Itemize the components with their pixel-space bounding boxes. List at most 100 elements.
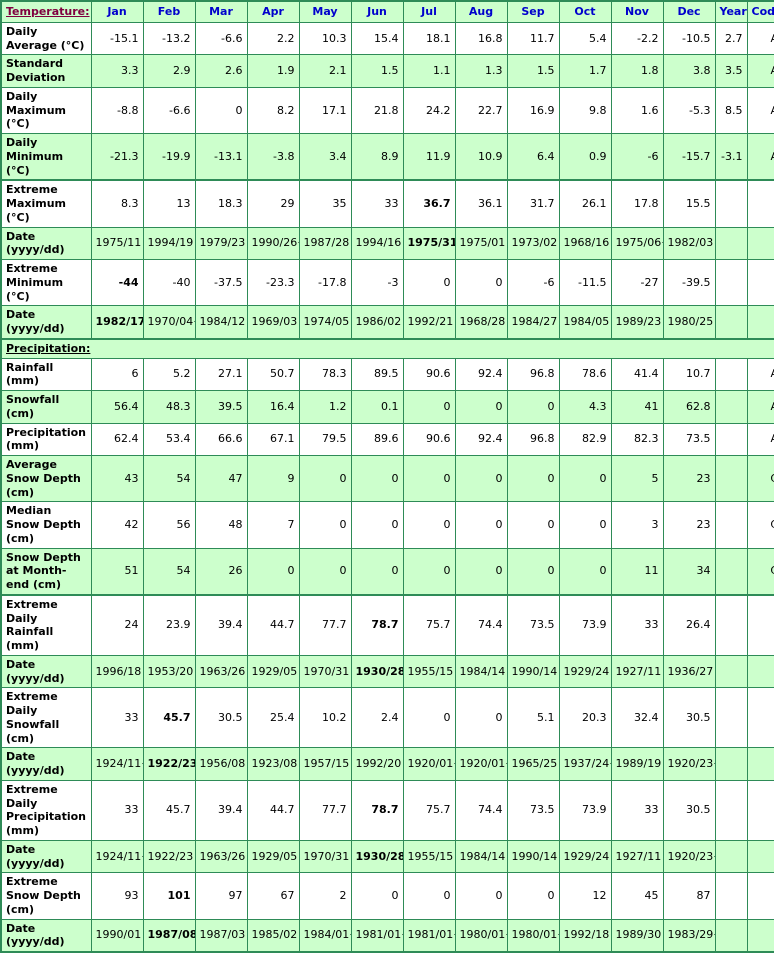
row-label: Date (yyyy/dd)	[0, 839, 92, 874]
code-cell: A	[746, 21, 774, 56]
data-cell: 34	[662, 547, 716, 596]
data-cell: 47	[194, 454, 248, 503]
data-cell: -27	[610, 258, 664, 307]
data-cell: 33	[90, 687, 144, 749]
year-cell	[714, 258, 748, 307]
data-cell: 66.6	[194, 422, 248, 456]
year-cell	[714, 179, 748, 228]
data-cell: 1984/14	[454, 654, 508, 689]
data-cell: 0	[402, 390, 456, 424]
data-cell: 3	[610, 501, 664, 549]
data-cell: 8.9	[350, 133, 404, 181]
data-cell: 48.3	[142, 390, 196, 424]
data-cell: 1982/03	[662, 226, 716, 260]
year-cell	[714, 747, 748, 781]
data-cell: 1987/28	[298, 226, 352, 260]
data-cell: -17.8	[298, 258, 352, 307]
data-cell: 2.4	[350, 687, 404, 749]
data-cell: 78.7	[350, 779, 404, 841]
data-cell: 18.3	[194, 179, 248, 228]
data-cell: 0	[298, 547, 352, 596]
data-cell: 6	[90, 357, 144, 391]
data-cell: 0	[298, 501, 352, 549]
data-cell: 13	[142, 179, 196, 228]
data-cell: 67.1	[246, 422, 300, 456]
data-cell: 11.9	[402, 133, 456, 181]
data-cell: 1990/14	[506, 654, 560, 689]
table-row: Extreme Snow Depth (cm) 93 101 97 67 2 0 0 0 0 12 4…	[0, 872, 774, 920]
data-cell: 9.8	[558, 86, 612, 135]
year-cell: 3.5	[714, 54, 748, 88]
data-cell: 1992/21	[402, 305, 456, 340]
data-cell: 62.8	[662, 390, 716, 424]
data-cell: 8.3	[90, 179, 144, 228]
data-cell: 0	[454, 872, 508, 920]
data-cell: 23.9	[142, 593, 196, 656]
data-cell: 1924/11+	[90, 839, 144, 874]
data-cell: 78.6	[558, 357, 612, 391]
data-cell: 1979/23	[194, 226, 248, 260]
data-cell: 97	[194, 872, 248, 920]
column-header-year: Year	[714, 0, 748, 23]
data-cell: 79.5	[298, 422, 352, 456]
data-cell: 56	[142, 501, 196, 549]
code-cell	[746, 747, 774, 781]
row-label: Extreme Snow Depth (cm)	[0, 872, 92, 920]
year-cell: 8.5	[714, 86, 748, 135]
data-cell: 1929/24	[558, 654, 612, 689]
data-cell: 24.2	[402, 86, 456, 135]
year-cell	[714, 547, 748, 596]
code-cell	[746, 593, 774, 656]
data-cell: 4.3	[558, 390, 612, 424]
data-cell: 73.5	[506, 593, 560, 656]
data-cell: 90.6	[402, 357, 456, 391]
data-cell: 0	[506, 872, 560, 920]
data-cell: 1980/01+	[506, 918, 560, 953]
row-label: Daily Maximum (°C)	[0, 86, 92, 135]
data-cell: 0	[350, 872, 404, 920]
column-header-month: Jan	[90, 0, 144, 23]
data-cell: 1989/19	[610, 747, 664, 781]
data-cell: -3	[350, 258, 404, 307]
data-cell: 1975/31	[402, 226, 456, 260]
data-cell: 2	[298, 872, 352, 920]
data-cell: 101	[142, 872, 196, 920]
data-cell: 36.1	[454, 179, 508, 228]
data-cell: 54	[142, 454, 196, 503]
data-cell: 31.7	[506, 179, 560, 228]
year-cell	[714, 390, 748, 424]
data-cell: -10.5	[662, 21, 716, 56]
data-cell: 51	[90, 547, 144, 596]
code-cell: A	[746, 133, 774, 181]
data-cell: -15.7	[662, 133, 716, 181]
data-cell: 1981/01+	[402, 918, 456, 953]
row-label: Date (yyyy/dd)	[0, 226, 92, 260]
data-cell: 1.5	[506, 54, 560, 88]
year-cell: -3.1	[714, 133, 748, 181]
data-cell: 0	[558, 547, 612, 596]
data-cell: 1930/28	[350, 654, 404, 689]
data-cell: 1.3	[454, 54, 508, 88]
data-cell: 10.3	[298, 21, 352, 56]
data-cell: 25.4	[246, 687, 300, 749]
data-cell: 0	[246, 547, 300, 596]
data-cell: 21.8	[350, 86, 404, 135]
data-cell: 0	[402, 258, 456, 307]
data-cell: 0	[402, 501, 456, 549]
data-cell: 36.7	[402, 179, 456, 228]
data-cell: -21.3	[90, 133, 144, 181]
data-cell: 0	[506, 390, 560, 424]
data-cell: 23	[662, 501, 716, 549]
data-cell: 0	[350, 454, 404, 503]
data-cell: 0	[194, 86, 248, 135]
column-header-month: Sep	[506, 0, 560, 23]
code-cell	[746, 839, 774, 874]
code-cell: C	[746, 454, 774, 503]
data-cell: 30.5	[194, 687, 248, 749]
data-cell: 1953/20	[142, 654, 196, 689]
code-cell	[746, 779, 774, 841]
data-cell: 0	[298, 454, 352, 503]
data-cell: 43	[90, 454, 144, 503]
table-row: Snow Depth at Month-end (cm) 51 54 26 0 0 0 0 0 0…	[0, 547, 774, 596]
code-cell	[746, 654, 774, 689]
